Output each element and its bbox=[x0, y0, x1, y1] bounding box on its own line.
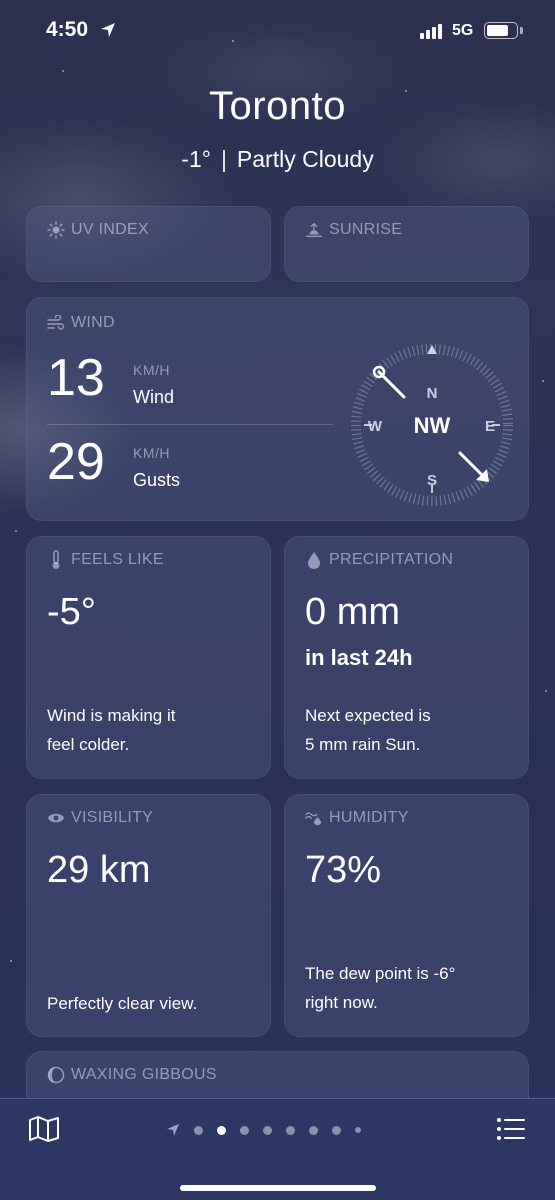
home-indicator[interactable] bbox=[180, 1185, 376, 1191]
page-dot[interactable] bbox=[286, 1125, 295, 1135]
visibility-description: Perfectly clear view. bbox=[47, 994, 198, 1013]
description-line: right now. bbox=[305, 993, 378, 1012]
wind-speed-label: Wind bbox=[133, 387, 175, 407]
card-title: PRECIPITATION bbox=[305, 551, 453, 569]
wind-card[interactable]: WIND 13 KM/H Wind 29 KM/H Gusts N S W E … bbox=[26, 297, 529, 521]
description-line: feel colder. bbox=[47, 735, 130, 754]
star bbox=[62, 70, 64, 72]
page-dot[interactable] bbox=[263, 1125, 272, 1135]
star bbox=[542, 380, 544, 382]
bottom-toolbar bbox=[0, 1098, 555, 1200]
current-location-icon[interactable] bbox=[166, 1123, 180, 1137]
description-line: 5 mm rain Sun. bbox=[305, 735, 421, 754]
uv-index-card[interactable]: UV INDEX bbox=[26, 206, 271, 282]
visibility-card[interactable]: VISIBILITY 29 km Perfectly clear view. bbox=[26, 794, 271, 1037]
star bbox=[10, 960, 12, 962]
description-line: Wind is making it bbox=[47, 706, 176, 725]
humidity-value: 73% bbox=[305, 849, 382, 891]
description-line: Next expected is bbox=[305, 706, 431, 725]
card-title: WIND bbox=[47, 314, 115, 332]
card-title: SUNRISE bbox=[305, 221, 402, 239]
precipitation-title: PRECIPITATION bbox=[329, 551, 454, 568]
humidity-icon bbox=[305, 809, 323, 827]
separator: | bbox=[220, 146, 227, 172]
precipitation-description: Next expected is 5 mm rain Sun. bbox=[305, 701, 431, 759]
page-dot-active[interactable] bbox=[217, 1125, 226, 1135]
precipitation-value: 0 mm bbox=[305, 591, 400, 633]
sunrise-card[interactable]: SUNRISE bbox=[284, 206, 529, 282]
battery-tip bbox=[520, 27, 523, 34]
feels-like-value: -5° bbox=[47, 591, 96, 633]
wind-direction: NW bbox=[414, 413, 451, 438]
moon-icon bbox=[47, 1066, 65, 1084]
card-title: HUMIDITY bbox=[305, 809, 409, 827]
condition-text: Partly Cloudy bbox=[236, 146, 374, 172]
battery-icon bbox=[484, 22, 518, 39]
compass-west: W bbox=[368, 418, 383, 435]
sunrise-title: SUNRISE bbox=[329, 221, 403, 238]
gust-speed-unit: KM/H bbox=[133, 445, 170, 461]
divider bbox=[47, 424, 333, 425]
visibility-title: VISIBILITY bbox=[71, 809, 154, 826]
humidity-card[interactable]: HUMIDITY 73% The dew point is -6° right … bbox=[284, 794, 529, 1037]
gust-speed-value: 29 bbox=[47, 433, 105, 491]
status-bar: 4:50 5G bbox=[0, 0, 555, 60]
humidity-description: The dew point is -6° right now. bbox=[305, 959, 455, 1017]
feels-like-card[interactable]: FEELS LIKE -5° Wind is making it feel co… bbox=[26, 536, 271, 779]
sun-icon bbox=[47, 221, 65, 239]
star bbox=[545, 690, 547, 692]
wind-icon bbox=[47, 314, 65, 332]
page-dot[interactable] bbox=[194, 1125, 203, 1135]
description-line: The dew point is -6° bbox=[305, 964, 456, 983]
precipitation-card[interactable]: PRECIPITATION 0 mm in last 24h Next expe… bbox=[284, 536, 529, 779]
compass-east: E bbox=[485, 418, 495, 435]
wind-speed-unit: KM/H bbox=[133, 362, 170, 378]
moon-phase-title: WAXING GIBBOUS bbox=[71, 1066, 217, 1083]
humidity-title: HUMIDITY bbox=[329, 809, 409, 826]
list-icon[interactable] bbox=[496, 1117, 526, 1141]
card-title: VISIBILITY bbox=[47, 809, 153, 827]
thermometer-icon bbox=[47, 550, 65, 569]
wind-compass: N S W E NW bbox=[351, 344, 513, 506]
eye-icon bbox=[47, 809, 65, 827]
page-dot[interactable] bbox=[355, 1127, 361, 1133]
clock: 4:50 bbox=[46, 18, 89, 41]
card-title: WAXING GIBBOUS bbox=[47, 1066, 217, 1084]
city-name: Toronto bbox=[209, 84, 346, 128]
gust-speed-label: Gusts bbox=[133, 470, 181, 490]
card-title: FEELS LIKE bbox=[47, 550, 164, 569]
page-dot[interactable] bbox=[332, 1125, 341, 1135]
page-dot[interactable] bbox=[240, 1125, 249, 1135]
uv-index-title: UV INDEX bbox=[71, 221, 149, 238]
compass-north: N bbox=[427, 385, 438, 402]
feels-like-title: FEELS LIKE bbox=[71, 551, 164, 568]
sunrise-icon bbox=[305, 221, 323, 239]
wind-title: WIND bbox=[71, 314, 115, 331]
star bbox=[15, 530, 17, 532]
page-dot[interactable] bbox=[309, 1125, 318, 1135]
precipitation-period: in last 24h bbox=[305, 645, 413, 670]
visibility-value: 29 km bbox=[47, 849, 151, 891]
cellular-signal-icon bbox=[420, 24, 442, 39]
feels-like-description: Wind is making it feel colder. bbox=[47, 701, 175, 759]
wind-speed-value: 13 bbox=[47, 349, 105, 407]
map-icon[interactable] bbox=[28, 1115, 60, 1143]
page-indicator[interactable] bbox=[166, 1123, 361, 1137]
current-conditions: -1° | Partly Cloudy bbox=[0, 146, 555, 173]
network-type: 5G bbox=[452, 22, 474, 39]
location-arrow-icon bbox=[101, 23, 115, 37]
compass-south: S bbox=[427, 472, 437, 489]
droplet-icon bbox=[305, 551, 323, 569]
card-title: UV INDEX bbox=[47, 221, 149, 239]
current-temperature: -1° bbox=[181, 146, 211, 172]
